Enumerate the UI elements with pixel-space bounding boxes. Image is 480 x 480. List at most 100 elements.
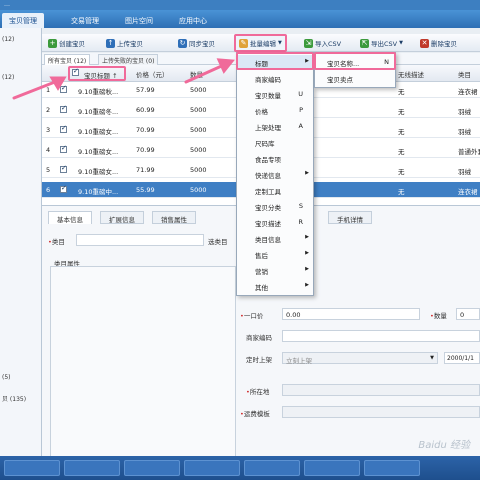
- row-price: 70.99: [136, 146, 155, 154]
- freight-label: •运费模板: [240, 410, 270, 418]
- submenu-arrow-icon: ▶: [305, 282, 309, 288]
- tab-failed-items[interactable]: 上传失败的宝贝 (0): [98, 54, 159, 65]
- batch-menu-item[interactable]: 尺码库: [237, 135, 313, 149]
- location-input[interactable]: [282, 384, 480, 396]
- row-number: 2: [46, 106, 51, 114]
- title-column-header[interactable]: 宝贝标题 ↑: [68, 66, 126, 81]
- taskbar-item[interactable]: [364, 460, 420, 476]
- select-category-button[interactable]: 选类目: [208, 236, 228, 246]
- tab-trade-management[interactable]: 交易管理: [64, 13, 106, 28]
- tab-basic-info[interactable]: 基本信息: [48, 211, 92, 224]
- batch-menu-item-label: 售后: [255, 252, 268, 260]
- merchant-code-input[interactable]: [282, 330, 480, 342]
- batch-menu-item[interactable]: 售后 ▶: [237, 247, 313, 261]
- tab-mobile-details[interactable]: 手机详情: [328, 211, 372, 224]
- batch-edit-button[interactable]: ✎ 批量编辑 ▼: [234, 34, 287, 52]
- category-field[interactable]: [76, 234, 204, 246]
- batch-menu-item[interactable]: 上架处理 A: [237, 119, 313, 133]
- row-category: 羽绒: [458, 108, 471, 116]
- export-csv-button[interactable]: ⇱ 导出CSV ▼: [360, 36, 403, 50]
- batch-menu-item-label: 营销: [255, 268, 268, 276]
- row-title: 9.10重磅女...: [78, 168, 119, 176]
- title-submenu-item[interactable]: 宝贝卖点: [315, 71, 395, 85]
- delete-item-label: 删除宝贝: [431, 40, 457, 48]
- tab-image-space[interactable]: 图片空间: [118, 13, 160, 28]
- row-category: 连衣裙: [458, 88, 478, 96]
- title-header-label: 宝贝标题 ↑: [84, 72, 118, 80]
- category-header[interactable]: 类目: [458, 69, 471, 79]
- upload-item-button[interactable]: ↑ 上传宝贝: [106, 36, 143, 50]
- tree-count-bottom-a[interactable]: (5): [0, 372, 42, 384]
- row-title: 9.10重磅中...: [78, 188, 119, 196]
- row-checkbox[interactable]: [60, 144, 67, 153]
- row-price: 70.99: [136, 126, 155, 134]
- row-wireless-desc: 无: [398, 128, 405, 136]
- sync-icon: ↻: [178, 38, 187, 48]
- edit-icon: ✎: [239, 38, 248, 48]
- row-checkbox[interactable]: [60, 184, 67, 193]
- tree-count-top[interactable]: (12): [0, 34, 42, 46]
- batch-menu-item[interactable]: 价格 P: [237, 103, 313, 117]
- row-checkbox[interactable]: [60, 164, 67, 173]
- price-input[interactable]: 0.00: [282, 308, 420, 320]
- batch-menu-item-label: 商家编码: [255, 76, 281, 84]
- batch-menu-item[interactable]: 食品专项: [237, 151, 313, 165]
- batch-menu-item[interactable]: 宝贝描述 R: [237, 215, 313, 229]
- submenu-arrow-icon: ▶: [305, 234, 309, 240]
- tree-count-mid[interactable]: (12): [0, 72, 42, 84]
- batch-menu-item[interactable]: 营销 ▶: [237, 263, 313, 277]
- schedule-select[interactable]: 立刻上架 ▼: [282, 352, 438, 365]
- taskbar-item[interactable]: [184, 460, 240, 476]
- price-header[interactable]: 价格（元）: [136, 69, 169, 79]
- batch-menu-item[interactable]: 商家编码: [237, 71, 313, 85]
- title-submenu-item-label: 宝贝卖点: [327, 76, 353, 84]
- category-attr-area: [50, 266, 236, 462]
- wireless-desc-header[interactable]: 无线描述: [398, 69, 424, 79]
- tab-item-management[interactable]: 宝贝管理: [2, 13, 44, 28]
- main-menu-bar: 宝贝管理 交易管理 图片空间 应用中心: [0, 10, 480, 28]
- toolbar: + 创建宝贝 ↑ 上传宝贝 ↻ 同步宝贝 ✎ 批量编辑 ▼ ⇲ 导入CSV ⇱ …: [42, 34, 480, 52]
- tab-sales-attributes[interactable]: 销售属性: [152, 211, 196, 224]
- batch-menu-item[interactable]: 定制工具: [237, 183, 313, 197]
- freight-template-select[interactable]: [282, 406, 480, 418]
- row-category: 连衣裙: [458, 188, 478, 196]
- row-checkbox[interactable]: [60, 84, 67, 93]
- row-number: 4: [46, 146, 51, 154]
- watermark: Baidu 经验: [418, 440, 470, 451]
- batch-edit-label: 批量编辑: [250, 40, 276, 48]
- taskbar-item[interactable]: [244, 460, 300, 476]
- row-qty: 5000: [190, 166, 207, 174]
- taskbar-item[interactable]: [124, 460, 180, 476]
- batch-menu-item[interactable]: 宝贝数量 U: [237, 87, 313, 101]
- qty-header[interactable]: 数量: [190, 69, 203, 79]
- tab-app-center[interactable]: 应用中心: [172, 13, 214, 28]
- export-icon: ⇱: [360, 38, 369, 48]
- tab-all-items[interactable]: 所有宝贝 (12): [44, 54, 91, 65]
- batch-menu-item[interactable]: 宝贝分类 S: [237, 199, 313, 213]
- create-item-button[interactable]: + 创建宝贝: [48, 36, 85, 50]
- row-checkbox[interactable]: [60, 104, 67, 113]
- schedule-date-input[interactable]: 2000/1/1: [444, 352, 480, 364]
- taskbar-item[interactable]: [64, 460, 120, 476]
- merchant-code-label: 商家编码: [246, 334, 272, 342]
- tab-extended-info[interactable]: 扩展信息: [100, 211, 144, 224]
- delete-item-button[interactable]: ✕ 删除宝贝: [420, 36, 457, 50]
- taskbar-item[interactable]: [4, 460, 60, 476]
- batch-menu-item[interactable]: 其他 ▶: [237, 279, 313, 293]
- row-checkbox[interactable]: [60, 124, 67, 133]
- batch-menu-item[interactable]: 类目信息 ▶: [237, 231, 313, 245]
- taskbar-item[interactable]: [304, 460, 360, 476]
- tree-count-bottom-b[interactable]: 贝 (135): [0, 392, 42, 404]
- submenu-arrow-icon: ▶: [305, 266, 309, 272]
- qty-input[interactable]: 0: [456, 308, 480, 320]
- export-csv-label: 导出CSV: [371, 40, 398, 48]
- batch-menu-item[interactable]: 快递信息 ▶: [237, 167, 313, 181]
- sync-item-button[interactable]: ↻ 同步宝贝: [178, 36, 215, 50]
- row-number: 6: [46, 186, 51, 194]
- qty-label: •数量: [430, 312, 447, 320]
- window-title-bar: …: [0, 0, 480, 10]
- batch-menu-item-label: 上架处理: [255, 124, 281, 132]
- import-csv-button[interactable]: ⇲ 导入CSV: [304, 36, 341, 50]
- batch-edit-menu: 标题 ▶ 商家编码 宝贝数量 U 价格 P 上架处理 A 尺码库 食品专项 快递信息 ▶ 定制工具 宝贝分类…: [236, 52, 314, 296]
- row-title: 9.10重磅女...: [78, 128, 119, 136]
